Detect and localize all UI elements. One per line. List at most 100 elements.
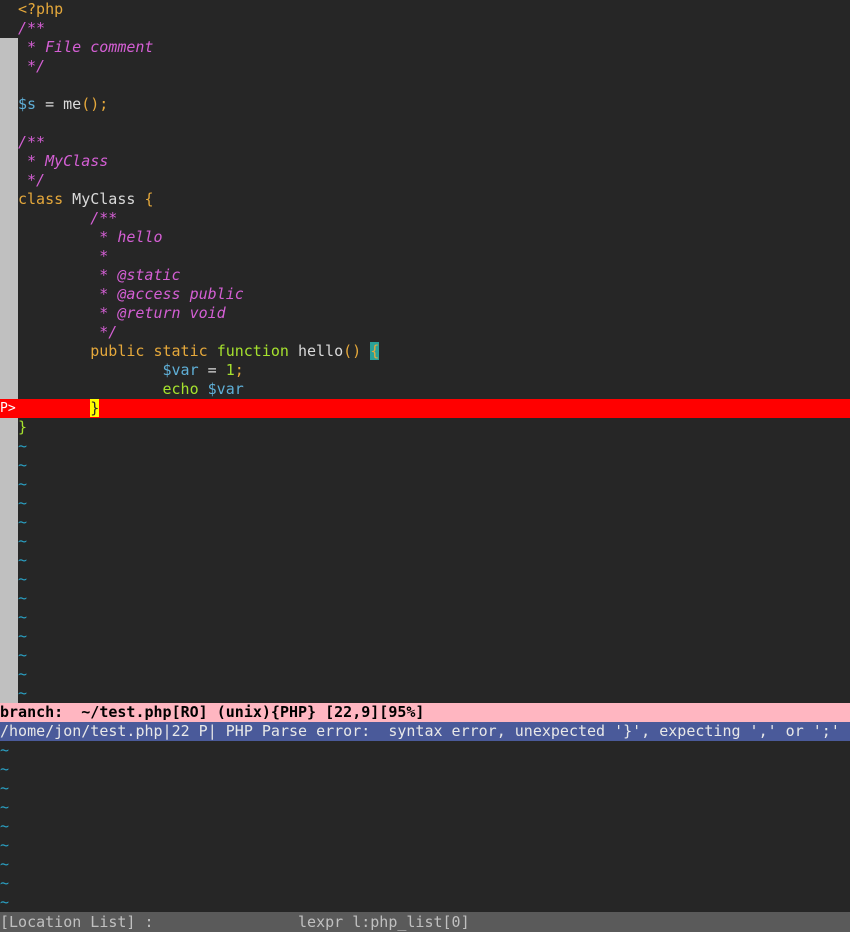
tilde-marker: ~ (0, 779, 10, 797)
closing-brace-line: } (18, 399, 100, 418)
code-line: } (0, 418, 850, 475)
comment: */ (18, 171, 46, 189)
empty-line: ~ (0, 437, 850, 456)
tilde-marker: ~ (18, 627, 28, 645)
tilde-marker: ~ (18, 475, 28, 493)
tilde-marker: ~ (18, 532, 28, 550)
vim-editor[interactable]: <?php /** * File comment */ $s = me(); /… (0, 0, 850, 932)
code-line: * @access public (0, 285, 850, 342)
comment: * (18, 247, 109, 265)
sign-column (0, 570, 18, 589)
variable: $var (207, 380, 244, 398)
semicolon: ; (234, 361, 244, 379)
tilde-marker: ~ (18, 494, 28, 512)
tilde-marker: ~ (18, 684, 28, 702)
status-line: branch: ~/test.php[RO] (unix){PHP} [22,9… (0, 703, 850, 722)
tilde-marker: ~ (18, 456, 28, 474)
sign-column (0, 551, 18, 570)
tilde-marker: ~ (18, 570, 28, 588)
number: 1 (225, 361, 235, 379)
tilde-marker: ~ (0, 798, 10, 816)
assignment: $var = 1; (18, 361, 244, 380)
tilde-marker: ~ (18, 513, 28, 531)
keyword: public static (90, 342, 217, 360)
code-line: <?php (0, 0, 850, 57)
code-line: class MyClass { (0, 190, 850, 247)
comment: * @static (18, 266, 181, 284)
empty-line: ~ (0, 570, 850, 589)
statement: $s = me(); (18, 95, 108, 114)
code-line: */ (0, 323, 850, 380)
sign-column (0, 608, 18, 627)
code-line: * (0, 247, 850, 304)
tilde-marker: ~ (0, 855, 10, 873)
code-line (0, 114, 850, 171)
comment: * MyClass (18, 152, 109, 170)
empty-line: ~ (0, 456, 850, 475)
error-sign: P> (0, 399, 18, 418)
variable: $s (18, 95, 37, 113)
tilde-marker: ~ (0, 741, 10, 759)
code-line (0, 76, 850, 133)
parens: (); (81, 95, 109, 113)
code-line: * File comment (0, 38, 850, 95)
keyword: class (18, 190, 64, 208)
sign-column (0, 494, 18, 513)
comment: * hello (18, 228, 163, 246)
class-declaration: class MyClass { (18, 190, 153, 209)
operator: = (36, 95, 64, 113)
tilde-marker: ~ (0, 874, 10, 892)
empty-line: ~ (0, 589, 850, 608)
comment: */ (18, 57, 46, 75)
empty-line: ~ (0, 665, 850, 684)
function-call: me (63, 95, 82, 113)
location-list-entry[interactable]: /home/jon/test.php|22 P| PHP Parse error… (0, 722, 850, 741)
empty-line: ~ (0, 684, 850, 703)
code-line: */ (0, 57, 850, 114)
comment: * File comment (18, 38, 154, 56)
brace: { (144, 190, 154, 208)
function-keyword: function (216, 342, 289, 360)
sign-column (0, 513, 18, 532)
tilde-marker: ~ (0, 817, 10, 835)
matching-brace: { (370, 342, 380, 360)
method-declaration: public static function hello() { (18, 342, 380, 361)
code-line: /** (0, 133, 850, 190)
tilde-marker: ~ (18, 665, 28, 683)
empty-line: ~ (0, 608, 850, 627)
code-line: echo $var (0, 380, 850, 437)
echo-statement: echo $var (18, 380, 244, 399)
sign-column (0, 456, 18, 475)
sign-column (0, 665, 18, 684)
tilde-marker: ~ (18, 589, 28, 607)
tilde-marker: ~ (18, 608, 28, 626)
code-line: $s = me(); (0, 95, 850, 152)
error-line: P> } (0, 399, 850, 418)
method-name: hello (288, 342, 344, 360)
php-open-tag: <?php (18, 0, 64, 18)
cursor[interactable]: } (90, 399, 100, 417)
tilde-marker: ~ (0, 760, 10, 778)
echo-keyword: echo (162, 380, 208, 398)
tilde-marker: ~ (0, 836, 10, 854)
comment: /** (18, 19, 46, 37)
parens: () (343, 342, 371, 360)
location-list-status-line: [Location List] : lexpr l:php_list[0] (0, 912, 850, 932)
sign-column (0, 684, 18, 703)
comment: /** (18, 133, 46, 151)
code-line: */ (0, 171, 850, 228)
empty-line: ~ (0, 475, 850, 494)
sign-column (0, 475, 18, 494)
comment: * @access public (18, 285, 244, 303)
empty-line: ~ (0, 513, 850, 532)
code-line: * hello (0, 228, 850, 285)
sign-column (0, 627, 18, 646)
code-line: * @static (0, 266, 850, 323)
sign-column (0, 646, 18, 665)
empty-line: ~ (0, 532, 850, 551)
code-line: /** (0, 209, 850, 266)
